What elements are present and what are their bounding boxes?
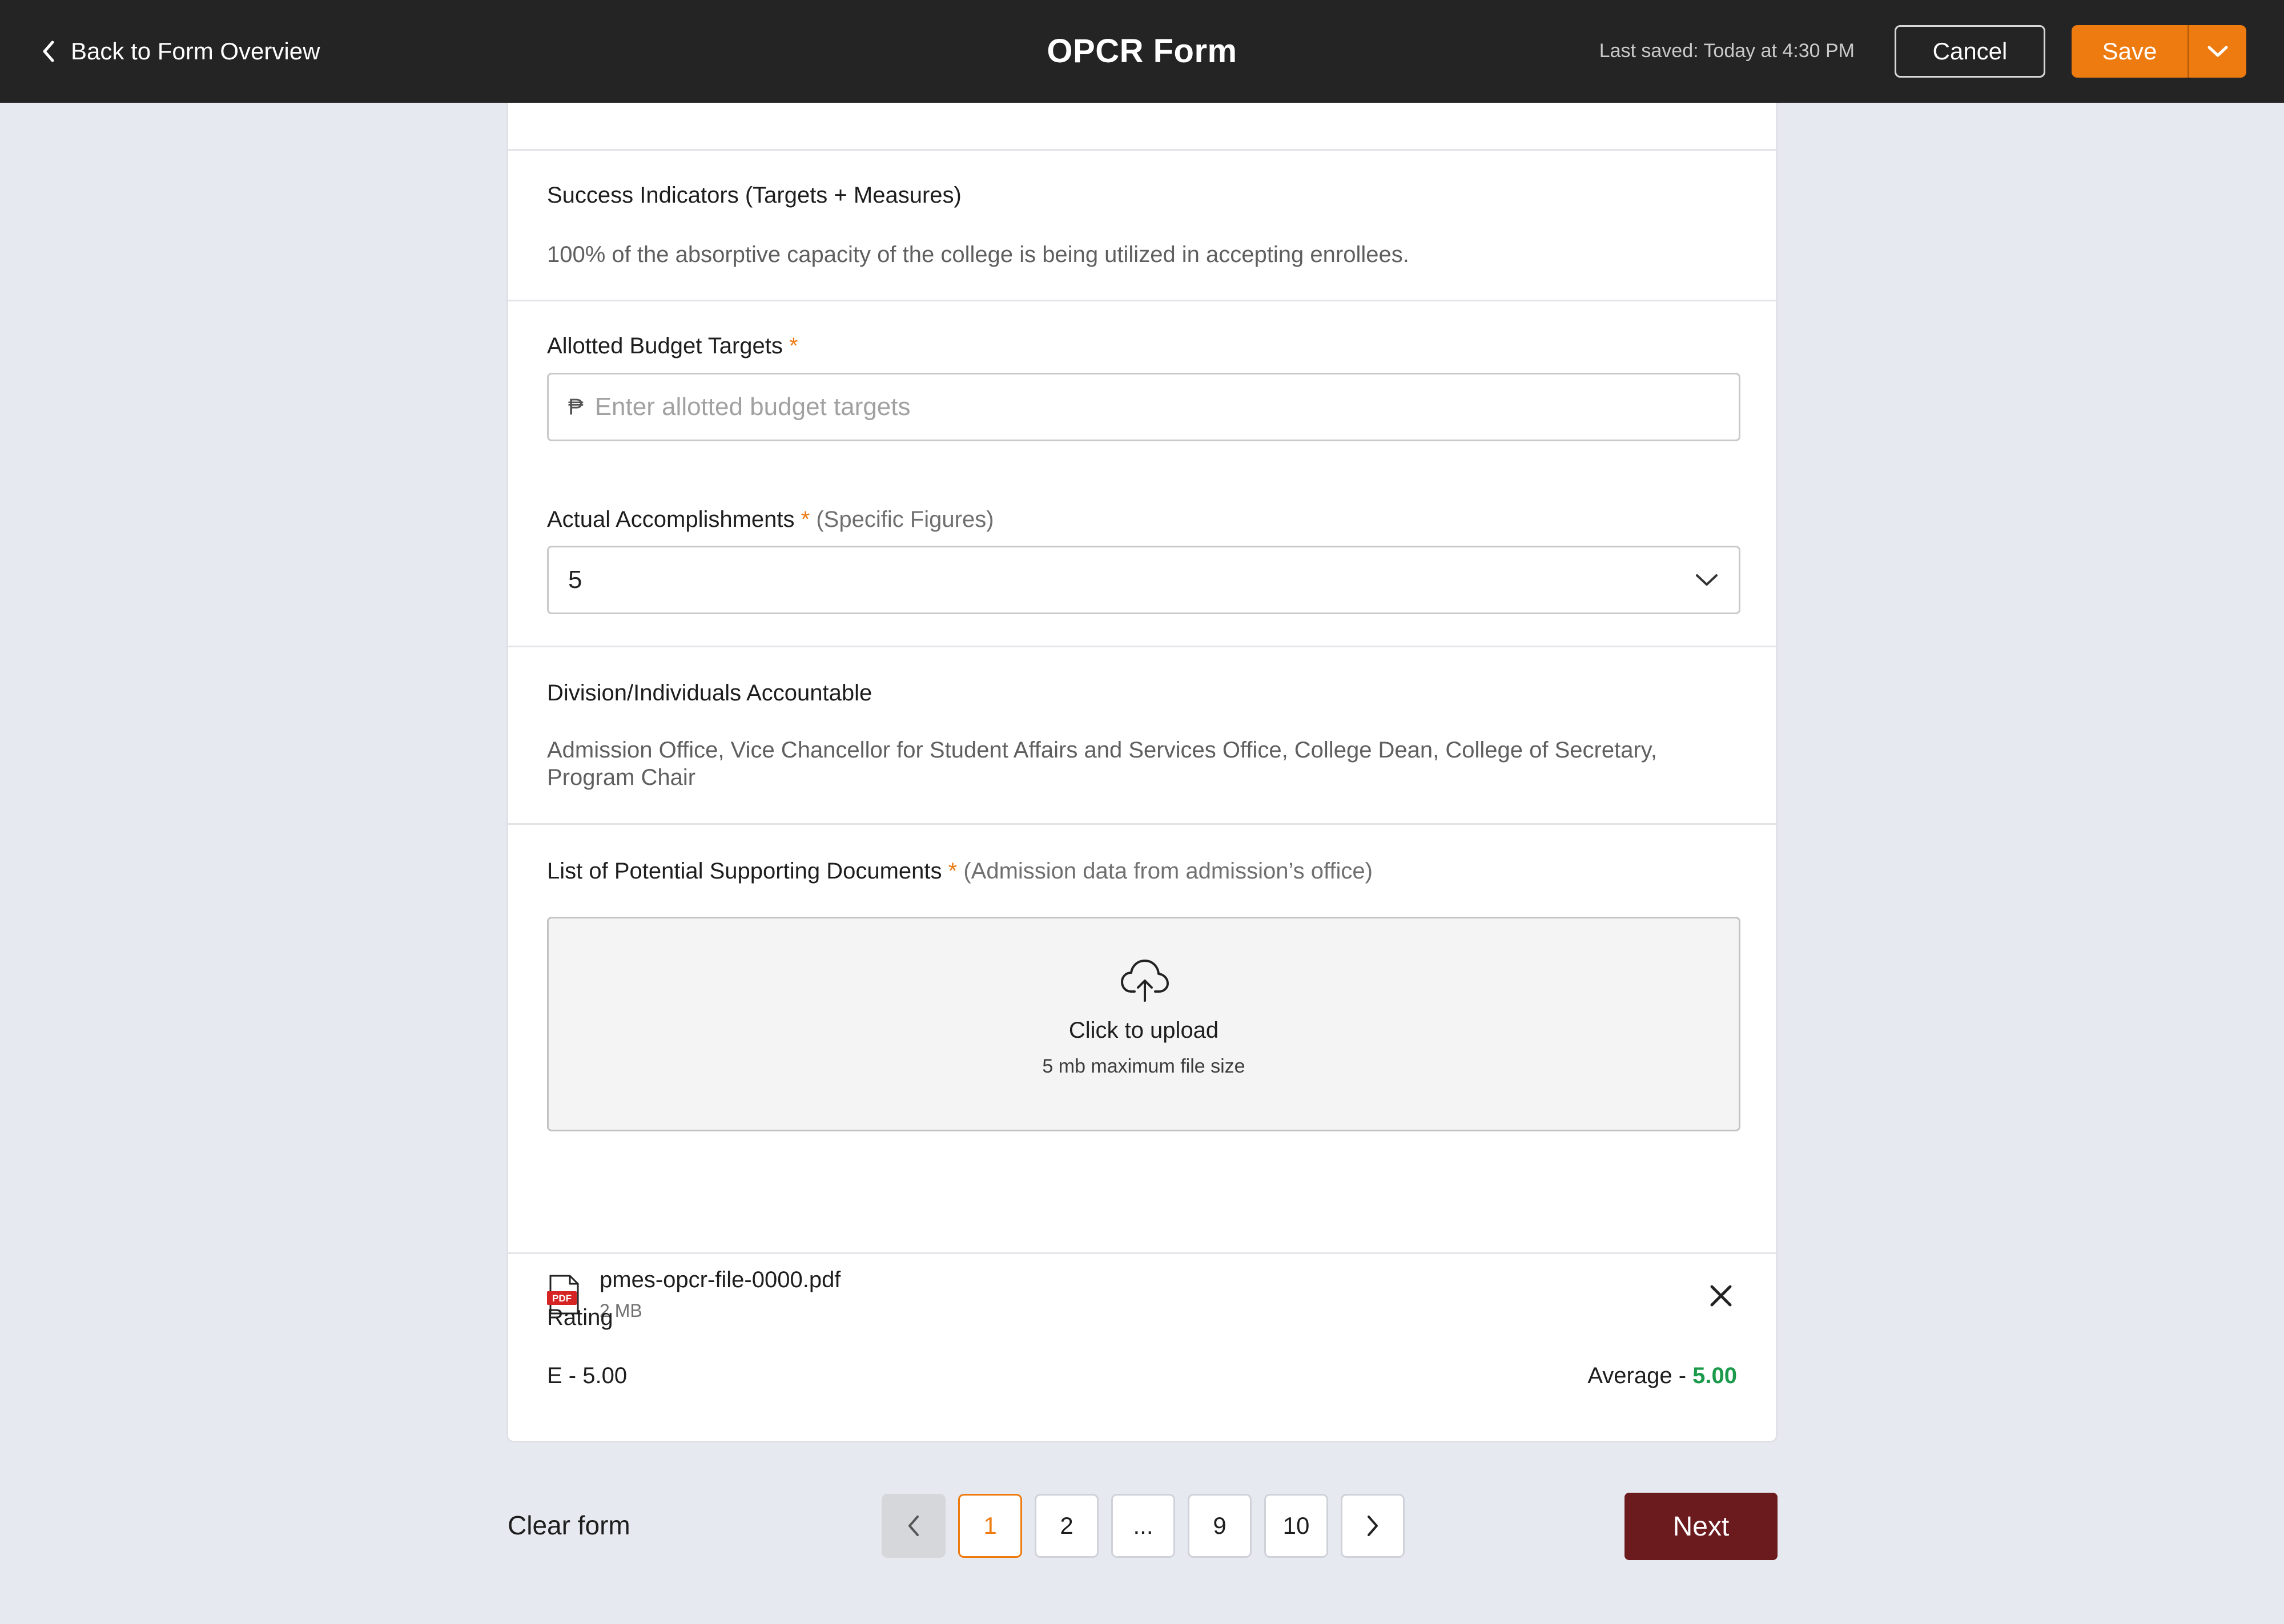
required-mark: * (801, 507, 810, 532)
rating-label: Rating (547, 1305, 613, 1330)
selected-value: 5 (568, 566, 582, 594)
cancel-button[interactable]: Cancel (1895, 25, 2045, 78)
close-icon[interactable] (1707, 1282, 1735, 1309)
supporting-documents-label: List of Potential Supporting Documents *… (547, 859, 1373, 884)
section-divider (508, 300, 1776, 301)
required-mark: * (789, 333, 798, 358)
page-ellipsis[interactable]: ... (1111, 1494, 1175, 1558)
previous-page-button[interactable] (882, 1494, 946, 1558)
chevron-left-icon (908, 1516, 919, 1536)
save-options-button[interactable] (2189, 25, 2246, 78)
page-button-9[interactable]: 9 (1188, 1494, 1252, 1558)
required-mark: * (948, 859, 958, 884)
last-saved-status: Last saved: Today at 4:30 PM (1599, 40, 1855, 62)
file-name: pmes-opcr-file-0000.pdf (600, 1267, 841, 1292)
peso-icon: ₱ (568, 394, 584, 420)
next-button[interactable]: Next (1624, 1493, 1778, 1560)
clear-form-button[interactable]: Clear form (508, 1510, 630, 1541)
form-card: Success Indicators (Targets + Measures) … (506, 103, 1778, 1442)
average-label: Average - (1587, 1363, 1693, 1388)
chevron-down-icon (1696, 574, 1718, 586)
actual-accomplishments-hint: (Specific Figures) (816, 507, 994, 532)
upload-limit: 5 mb maximum file size (1042, 1055, 1245, 1077)
actual-accomplishments-label: Actual Accomplishments * (Specific Figur… (547, 507, 994, 533)
section-divider (508, 823, 1776, 825)
success-indicators-label: Success Indicators (Targets + Measures) (547, 183, 962, 208)
allotted-budget-field[interactable]: ₱ (547, 373, 1740, 441)
chevron-down-icon (2207, 46, 2228, 57)
section-divider (508, 149, 1776, 151)
section-divider (508, 646, 1776, 647)
cloud-upload-icon (1121, 960, 1169, 1002)
average-value: 5.00 (1692, 1363, 1737, 1388)
back-to-overview-link[interactable]: Back to Form Overview (41, 35, 320, 67)
page-button-1[interactable]: 1 (958, 1494, 1022, 1558)
chevron-left-icon (43, 41, 54, 62)
save-split-button: Save (2072, 25, 2246, 78)
save-button[interactable]: Save (2072, 25, 2188, 78)
pagination: 1 2 ... 9 10 (882, 1494, 1405, 1558)
select-caret (1694, 572, 1719, 588)
svg-text:PDF: PDF (552, 1293, 572, 1304)
supporting-documents-label-text: List of Potential Supporting Documents (547, 859, 942, 884)
success-indicators-value: 100% of the absorptive capacity of the c… (547, 242, 1409, 267)
page-button-10[interactable]: 10 (1264, 1494, 1328, 1558)
back-link-label: Back to Form Overview (71, 38, 320, 65)
supporting-documents-hint: (Admission data from admission’s office) (963, 859, 1373, 884)
section-divider (508, 1252, 1776, 1254)
file-upload-dropzone[interactable]: Click to upload 5 mb maximum file size (547, 917, 1740, 1131)
actual-accomplishments-select[interactable]: 5 (547, 546, 1740, 614)
upload-title: Click to upload (1068, 1018, 1219, 1043)
average-rating: Average - 5.00 (1587, 1363, 1737, 1389)
allotted-budget-label: Allotted Budget Targets * (547, 333, 798, 359)
division-accountable-value: Admission Office, Vice Chancellor for St… (547, 738, 1657, 790)
chevron-right-icon (1368, 1516, 1378, 1536)
uploaded-file-item: PDF pmes-opcr-file-0000.pdf 2 MB (547, 1267, 1740, 1324)
allotted-budget-input[interactable] (594, 393, 1719, 421)
division-accountable-label: Division/Individuals Accountable (547, 680, 872, 706)
top-bar: Back to Form Overview OPCR Form Last sav… (0, 0, 2284, 103)
page-button-2[interactable]: 2 (1035, 1494, 1099, 1558)
next-page-button[interactable] (1341, 1494, 1405, 1558)
actual-accomplishments-label-text: Actual Accomplishments (547, 507, 795, 532)
rating-value: E - 5.00 (547, 1363, 628, 1388)
allotted-budget-label-text: Allotted Budget Targets (547, 333, 783, 358)
